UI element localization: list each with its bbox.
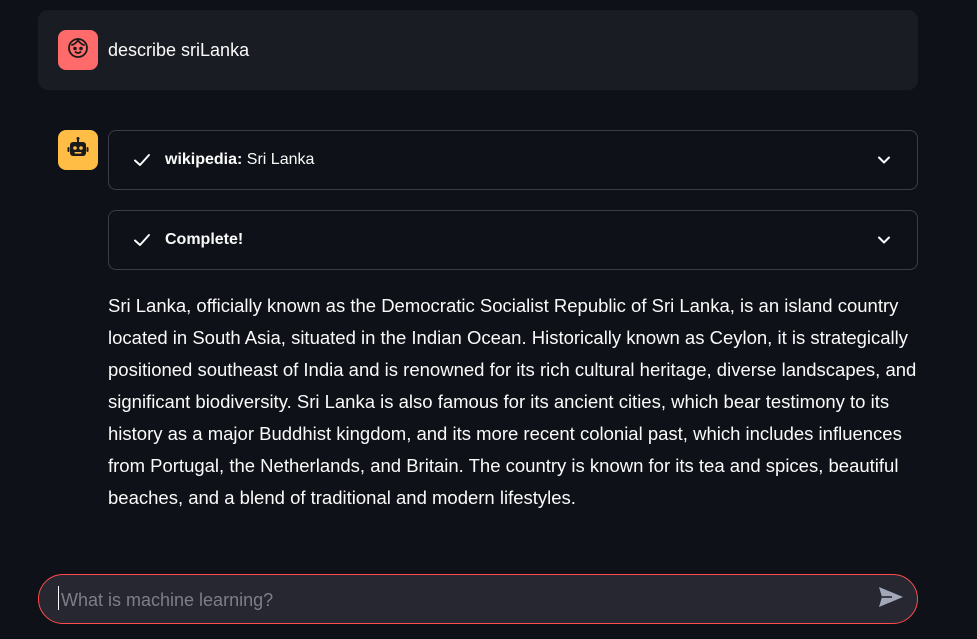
- chevron-down-icon[interactable]: [875, 231, 893, 249]
- face-icon: [66, 36, 90, 65]
- user-message-text: describe sriLanka: [108, 40, 250, 60]
- user-avatar: [58, 30, 98, 70]
- expander-label: wikipedia: Sri Lanka: [165, 151, 314, 169]
- assistant-answer-text: Sri Lanka, officially known as the Democ…: [108, 295, 917, 508]
- expander-label-bold: wikipedia:: [165, 151, 243, 168]
- assistant-avatar: [58, 130, 98, 170]
- expander-wikipedia[interactable]: wikipedia: Sri Lanka: [108, 130, 918, 190]
- robot-icon: [66, 136, 90, 165]
- expander-label: Complete!: [165, 231, 243, 249]
- chat-input-container: [38, 574, 918, 625]
- send-button[interactable]: [877, 586, 905, 612]
- chevron-down-icon[interactable]: [875, 151, 893, 169]
- user-message: describe sriLanka: [38, 10, 918, 90]
- expander-label-rest: Sri Lanka: [242, 151, 315, 168]
- expander-complete[interactable]: Complete!: [108, 210, 918, 270]
- expander-label-bold: Complete!: [165, 231, 244, 248]
- send-icon: [878, 586, 904, 613]
- text-caret: [58, 586, 59, 610]
- check-icon: [133, 151, 151, 169]
- chat-page: describe sriLanka wikipedia: Sri Lanka C…: [0, 0, 977, 639]
- check-icon: [133, 231, 151, 249]
- chat-input[interactable]: [59, 575, 863, 625]
